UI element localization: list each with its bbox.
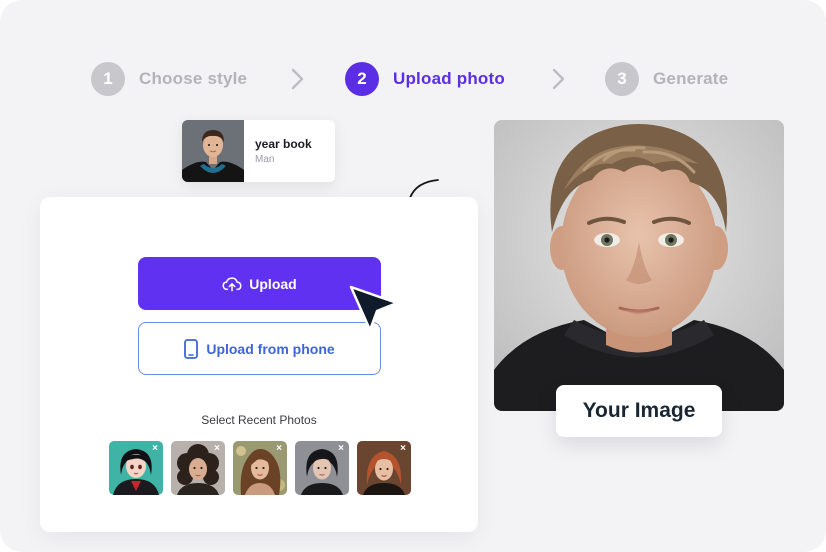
recent-photos-label: Select Recent Photos <box>201 413 317 427</box>
step-number: 2 <box>345 62 379 96</box>
selected-style-card[interactable]: year book Man <box>182 120 335 182</box>
step-label: Choose style <box>139 69 248 88</box>
style-title: year book <box>255 137 312 151</box>
step-indicator: 1 Choose style 2 Upload photo 3 Generate <box>0 62 826 96</box>
step-label: Generate <box>653 69 729 88</box>
phone-icon <box>184 338 199 359</box>
upload-panel: Upload Upload from phone Select Recent P… <box>40 197 478 532</box>
remove-photo-icon[interactable]: × <box>398 444 408 454</box>
step-choose-style[interactable]: 1 Choose style <box>91 62 247 96</box>
step-number: 3 <box>605 62 639 96</box>
style-thumbnail <box>182 120 244 182</box>
upload-button-label: Upload <box>249 275 297 292</box>
upload-button[interactable]: Upload <box>138 257 381 310</box>
chevron-right-icon <box>291 68 304 90</box>
red-hair-woman-photo[interactable]: × <box>357 441 411 495</box>
chevron-right-icon <box>552 68 565 90</box>
style-subtitle: Man <box>255 154 275 165</box>
wavy-hair-woman-photo[interactable]: × <box>233 441 287 495</box>
preview-image <box>494 120 784 411</box>
step-number: 1 <box>91 62 125 96</box>
remove-photo-icon[interactable]: × <box>336 444 346 454</box>
upload-from-phone-label: Upload from phone <box>206 340 335 357</box>
upload-wizard: 1 Choose style 2 Upload photo 3 Generate <box>0 0 826 552</box>
step-generate[interactable]: 3 Generate <box>605 62 728 96</box>
step-label: Upload photo <box>393 69 505 88</box>
pointer-cursor-icon <box>349 285 399 332</box>
remove-photo-icon[interactable]: × <box>150 444 160 454</box>
cloud-upload-icon <box>222 276 242 291</box>
remove-photo-icon[interactable]: × <box>274 444 284 454</box>
remove-photo-icon[interactable]: × <box>212 444 222 454</box>
curly-hair-woman-photo[interactable]: × <box>171 441 225 495</box>
dark-hair-person-photo[interactable]: × <box>295 441 349 495</box>
portrait-image <box>494 120 784 411</box>
upload-from-phone-button[interactable]: Upload from phone <box>138 322 381 375</box>
your-image-label: Your Image <box>556 385 722 437</box>
anime-girl-photo[interactable]: × <box>109 441 163 495</box>
step-upload-photo[interactable]: 2 Upload photo <box>345 62 505 96</box>
